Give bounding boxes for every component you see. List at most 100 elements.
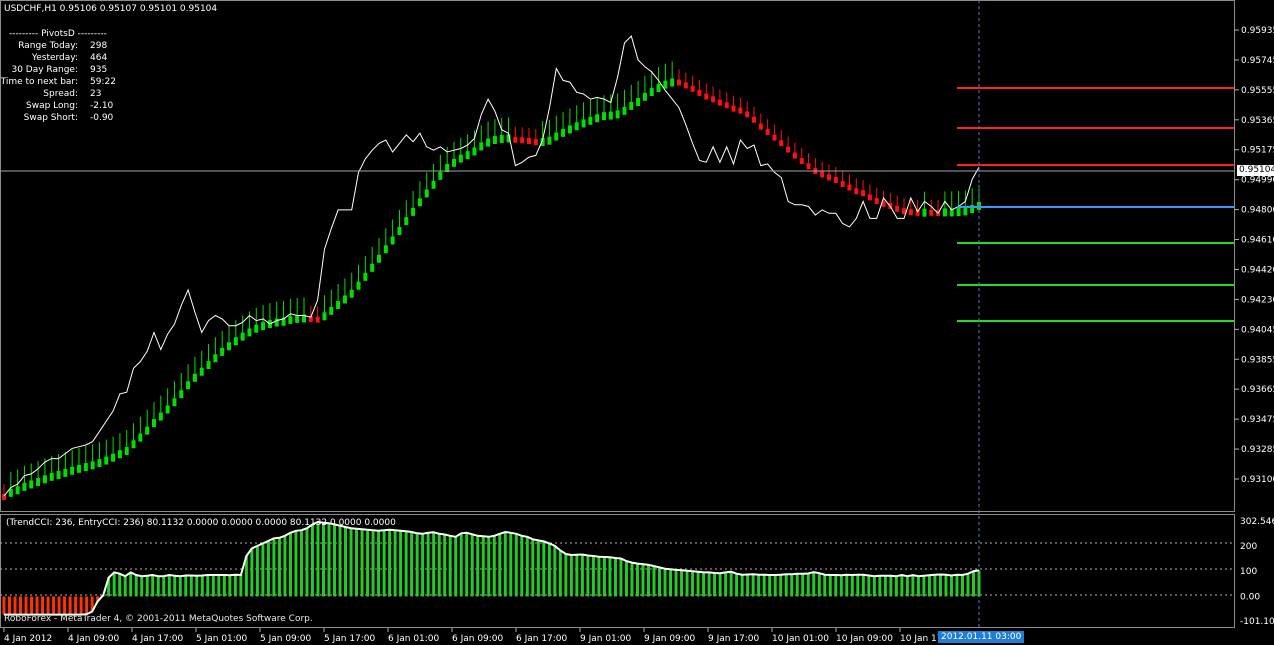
cci-bar [938, 574, 942, 597]
cci-bar [916, 576, 920, 597]
pivots-row-value: 298 [90, 41, 108, 51]
cci-bar [432, 532, 436, 597]
trend-bar [315, 316, 320, 323]
trend-bar [158, 412, 163, 421]
cci-bar [757, 574, 761, 597]
cci-bar [228, 575, 232, 597]
cci-bar [779, 574, 783, 597]
cci-bar [597, 556, 601, 597]
pivots-row-swap-long: Swap Long: -2.10 [0, 100, 113, 112]
trend-bar [295, 314, 300, 323]
cci-bar [542, 541, 546, 597]
trend-bar [636, 98, 641, 107]
trend-bar [792, 152, 797, 159]
cci-bar [641, 564, 645, 597]
trend-bar [261, 322, 266, 331]
cci-bar [553, 545, 557, 597]
time-axis-label: 10 Jan 09:00 [836, 634, 893, 644]
pivots-row-value: 23 [90, 89, 102, 99]
cci-bar [470, 534, 474, 597]
cci-bar [316, 521, 320, 597]
cci-bar [960, 574, 964, 597]
trend-bar [336, 301, 341, 310]
cci-bar [591, 556, 595, 597]
time-axis-label: 9 Jan 09:00 [644, 634, 696, 644]
time-axis-label: 5 Jan 09:00 [260, 634, 312, 644]
cci-bar [13, 596, 17, 615]
cci-bar [46, 596, 50, 615]
trend-bar [124, 446, 129, 455]
footer-copyright: RoboForex - MetaTrader 4, © 2001-2011 Me… [4, 614, 313, 624]
trend-bar [642, 92, 647, 101]
cci-bar [222, 574, 226, 597]
cci-bar [310, 524, 314, 597]
trend-bar [827, 174, 831, 181]
trend-bar [581, 119, 586, 128]
cci-bar [79, 596, 83, 615]
cci-bar [894, 576, 898, 597]
cci-bar [630, 562, 634, 597]
cci-bar [878, 575, 882, 597]
cci-bar [525, 536, 529, 597]
trend-bar [417, 198, 422, 207]
trend-bar [602, 112, 606, 121]
trend-bar [561, 128, 566, 137]
cci-bar [338, 525, 342, 597]
cci-bar [366, 529, 370, 597]
price-axis-label: 0.94990 [1241, 176, 1274, 186]
cci-bar [250, 548, 254, 597]
trend-bar [117, 450, 122, 459]
trend-bar [22, 482, 27, 491]
trend-bar [288, 315, 293, 324]
trend-bar [131, 440, 136, 449]
cci-bar [503, 532, 507, 597]
trend-bar [90, 461, 95, 470]
trend-bar [172, 398, 177, 407]
cci-bar [255, 545, 259, 597]
pivots-row-value: 935 [90, 65, 108, 75]
cci-bar [112, 572, 116, 597]
cci-bar [195, 575, 199, 597]
cci-bar [321, 522, 325, 597]
cci-bar [724, 572, 728, 597]
trend-bar [656, 84, 661, 93]
cci-bar [52, 596, 56, 615]
cci-bar [646, 564, 650, 597]
cci-bar [437, 533, 441, 597]
cci-bar [669, 569, 673, 597]
mt4-chart-window[interactable]: 0.95935 0.95745 0.95555 0.95365 0.95175 0.949… [0, 0, 1274, 645]
pivots-row-label: Swap Short: [23, 113, 78, 123]
trend-bar [683, 82, 688, 89]
pivots-row-spread: Spread: 23 [0, 88, 101, 100]
cci-bar [35, 596, 39, 615]
cci-bar [19, 596, 23, 615]
cci-bar [487, 536, 491, 597]
cci-bar [299, 530, 303, 597]
trend-bar [49, 472, 54, 481]
cci-bar [613, 558, 617, 597]
cci-bar [867, 575, 871, 597]
trend-bar [424, 189, 429, 198]
trend-bar [663, 80, 668, 89]
trend-bar [779, 140, 784, 147]
price-axis-label: 0.94045 [1241, 325, 1274, 335]
price-chart-panel[interactable]: 0.95935 0.95745 0.95555 0.95365 0.95175 0.949… [0, 0, 1274, 630]
cci-bar [795, 573, 799, 597]
cci-bar [454, 536, 458, 597]
trend-bar [254, 324, 259, 333]
trend-bar [717, 99, 722, 106]
cci-bar [856, 574, 860, 597]
cci-bar [707, 572, 711, 597]
indicator-panel[interactable]: 302.546 200 100 0.00 -101.1059 [0, 514, 1274, 628]
cci-bar [702, 572, 706, 597]
cci-bar [272, 538, 276, 597]
cci-bar [564, 553, 568, 597]
trend-bar [42, 475, 47, 484]
trend-bar [377, 254, 381, 263]
cci-bar [123, 576, 127, 597]
cci-bar [602, 557, 606, 597]
trend-bar [499, 134, 504, 143]
cci-bar [57, 596, 61, 615]
cci-bar [696, 571, 700, 597]
trend-bar [227, 342, 231, 351]
